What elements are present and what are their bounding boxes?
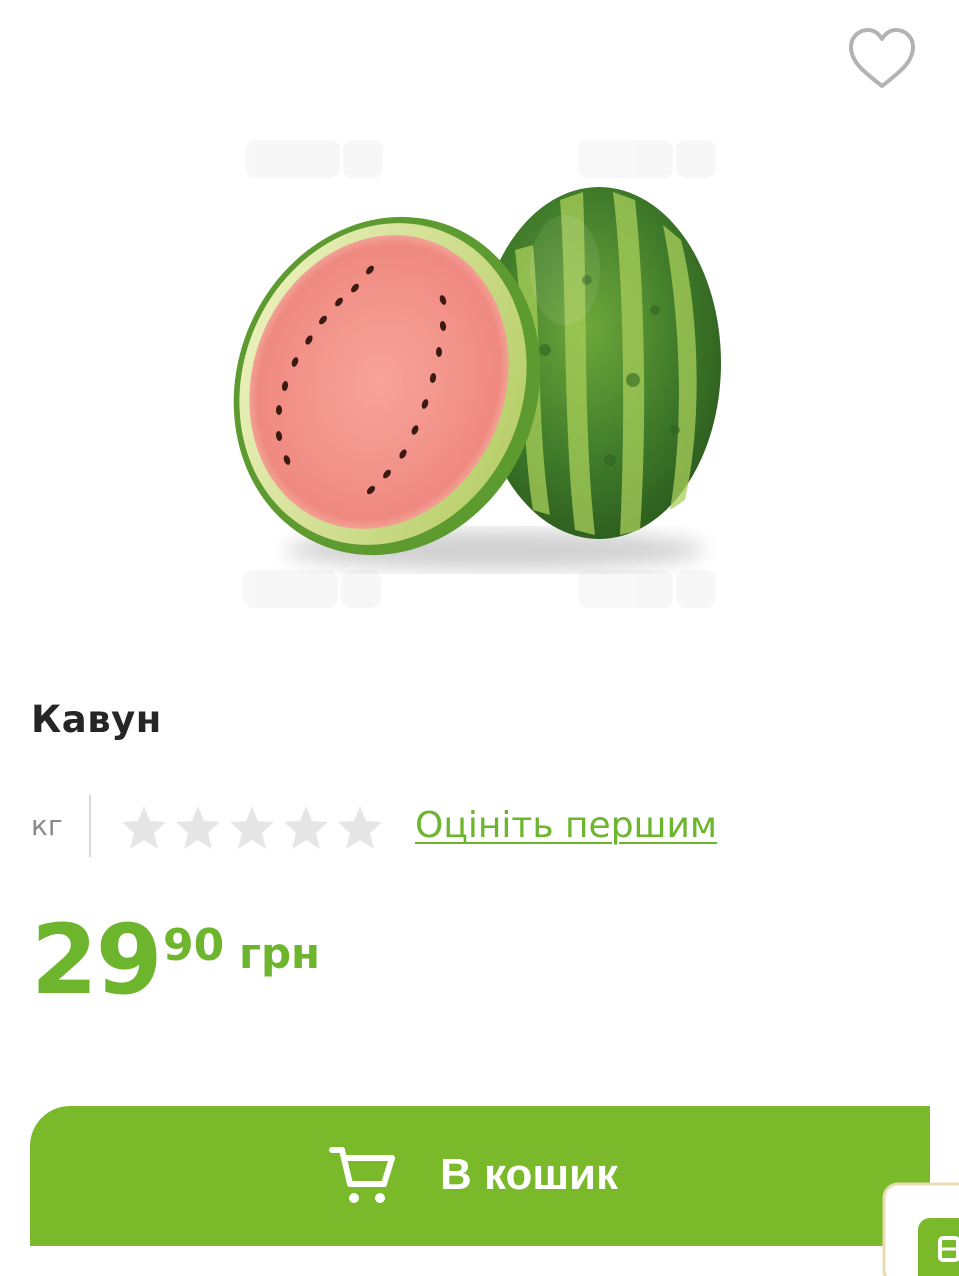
divider bbox=[89, 795, 91, 857]
floating-store-widget[interactable] bbox=[880, 1180, 959, 1276]
price-integer: 29 bbox=[31, 904, 163, 1016]
store-icon bbox=[882, 1182, 959, 1276]
product-page: Кавун кг Оцініть першим 29 90 грн В коши… bbox=[0, 0, 959, 1276]
rate-first-link[interactable]: Оцініть першим bbox=[415, 805, 717, 846]
product-unit: кг bbox=[31, 809, 63, 842]
star-icon bbox=[176, 806, 220, 849]
product-meta-row: кг Оцініть першим bbox=[31, 795, 931, 859]
cart-icon bbox=[329, 1147, 395, 1203]
price-currency: грн bbox=[239, 929, 321, 978]
watermelon-image bbox=[233, 140, 721, 608]
price-fraction: 90 bbox=[163, 920, 225, 971]
add-to-cart-button[interactable]: В кошик bbox=[30, 1106, 930, 1246]
star-icon bbox=[284, 806, 328, 849]
rating-stars[interactable] bbox=[119, 803, 385, 853]
add-to-cart-label: В кошик bbox=[440, 1150, 619, 1199]
star-icon bbox=[230, 806, 274, 849]
heart-icon bbox=[849, 28, 915, 88]
star-icon bbox=[122, 806, 166, 849]
star-icon bbox=[338, 806, 382, 849]
product-image bbox=[215, 130, 745, 620]
favorite-button[interactable] bbox=[846, 26, 918, 92]
product-title: Кавун bbox=[31, 698, 162, 741]
product-price: 29 90 грн bbox=[31, 905, 531, 1025]
